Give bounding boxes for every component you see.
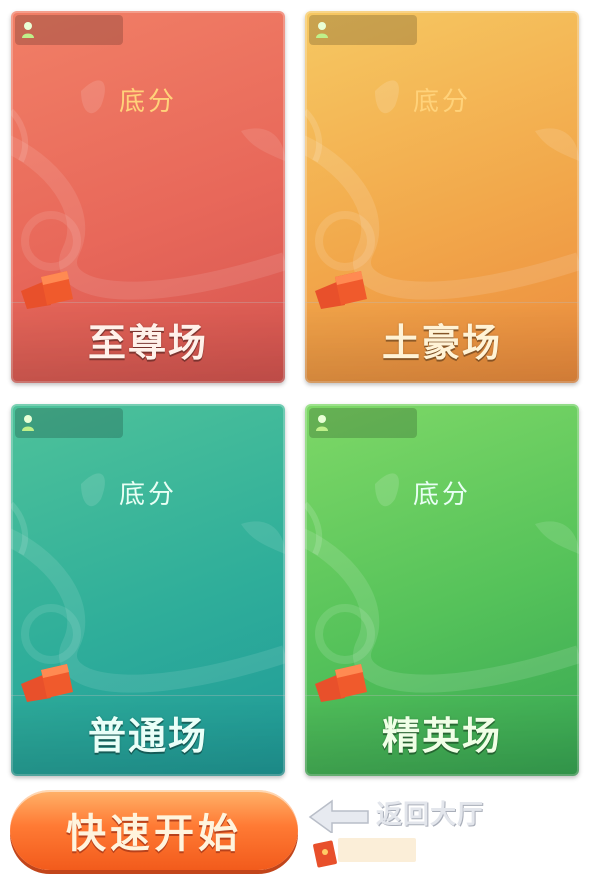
base-score-label: 底分	[412, 87, 471, 117]
room-name-title: 至尊场	[87, 321, 208, 365]
room-card-jingying[interactable]: 底分 精英场	[305, 404, 579, 776]
red-envelope-icon	[315, 664, 367, 702]
red-envelope-icon	[313, 840, 337, 868]
red-envelope-icon	[315, 271, 367, 309]
room-name-title: 精英场	[381, 714, 502, 758]
red-envelope-icon	[21, 664, 73, 702]
player-count-icon	[22, 22, 34, 38]
base-score-label: 底分	[412, 480, 471, 510]
base-score-label: 底分	[118, 87, 177, 117]
balance-bar	[338, 838, 416, 862]
quick-start-button[interactable]: 快速开始	[10, 790, 298, 870]
red-envelope-icon	[21, 271, 73, 309]
player-count-icon	[22, 415, 34, 431]
room-card-tuhao[interactable]: 底分 土豪场	[305, 11, 579, 383]
player-count-bar	[15, 15, 123, 45]
player-count-icon	[316, 22, 328, 38]
player-count-bar	[309, 408, 417, 438]
base-score-label: 底分	[118, 480, 177, 510]
room-name-title: 土豪场	[381, 321, 502, 365]
player-count-icon	[316, 415, 328, 431]
room-card-putong[interactable]: 底分 普通场	[11, 404, 285, 776]
back-to-lobby-button[interactable]: 返回大厅	[376, 794, 484, 831]
player-count-bar	[15, 408, 123, 438]
back-arrow-icon[interactable]	[308, 795, 370, 833]
player-count-bar	[309, 15, 417, 45]
quick-start-label: 快速开始	[66, 811, 242, 857]
room-name-title: 普通场	[87, 714, 208, 758]
room-card-zhizun[interactable]: 底分 至尊场	[11, 11, 285, 383]
